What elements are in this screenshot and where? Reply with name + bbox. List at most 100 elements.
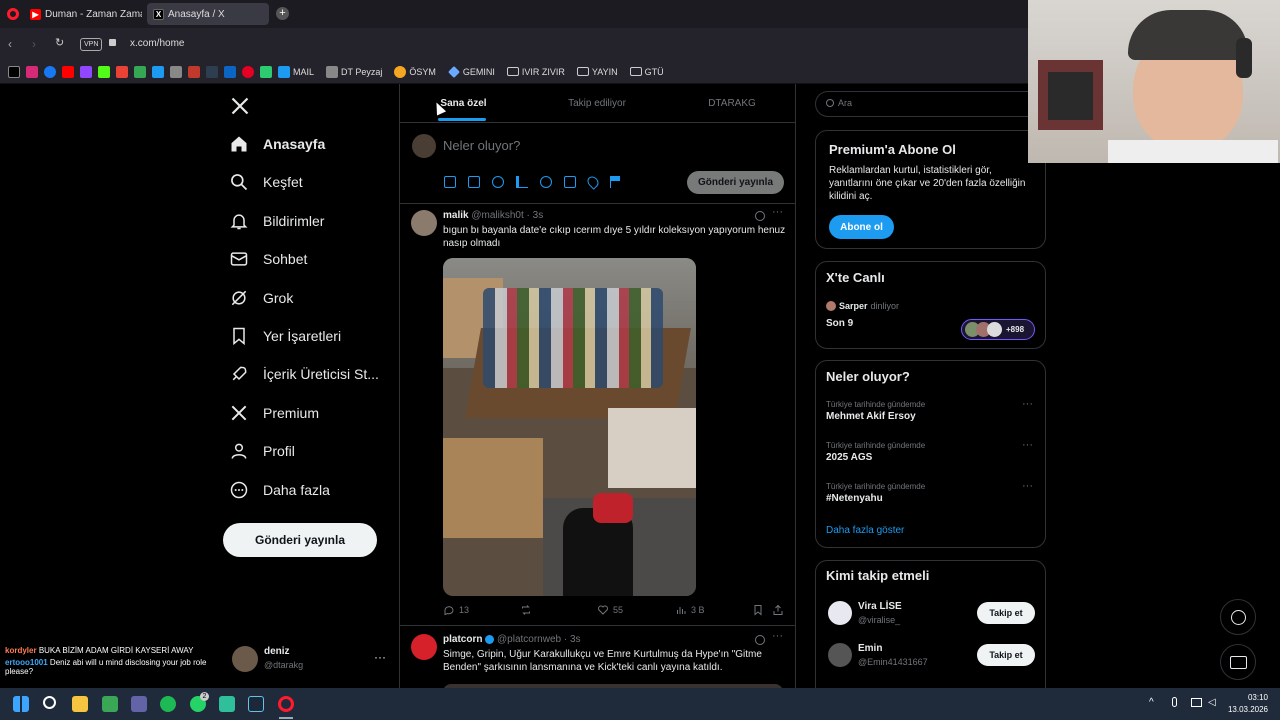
x-bookmark-icon[interactable] [8, 65, 20, 78]
search-icon[interactable] [43, 696, 56, 709]
bookmark-red-icon[interactable] [188, 65, 200, 78]
instagram-icon[interactable] [26, 65, 38, 78]
app-green-icon[interactable] [102, 696, 118, 712]
network-icon[interactable] [1191, 698, 1202, 707]
flag-icon[interactable] [610, 176, 620, 188]
tab-sana-ozel[interactable]: Sana özel [400, 84, 527, 122]
twitch-icon[interactable] [80, 65, 92, 78]
like-button[interactable]: 55 [597, 604, 623, 616]
tweet-author-name[interactable]: malik [443, 210, 469, 221]
nav-daha-fazla[interactable]: Daha fazla [229, 475, 330, 505]
account-switcher[interactable]: deniz @dtarakg ··· [232, 644, 392, 676]
tab-x-home[interactable]: X Anasayfa / X [147, 3, 269, 25]
nav-kesfet[interactable]: Keşfet [229, 167, 303, 197]
tray-chevron-icon[interactable]: ^ [1149, 697, 1154, 708]
emoji-icon[interactable] [540, 176, 552, 188]
trend-item[interactable]: Türkiye tarihinde gündemde #Netenyahu ··… [826, 480, 1036, 504]
steam-icon[interactable] [248, 696, 264, 712]
gif-icon[interactable] [468, 176, 480, 188]
composer-input[interactable]: Neler oluyor? [443, 138, 520, 153]
volume-icon[interactable]: ◁ [1208, 697, 1216, 708]
back-icon[interactable]: ‹ [8, 37, 12, 51]
youtube-bookmark-icon[interactable] [62, 65, 74, 78]
trend-item[interactable]: Türkiye tarihinde gündemde 2025 AGS ··· [826, 439, 1036, 463]
maps-icon[interactable] [134, 65, 146, 78]
live-host[interactable]: Sarper dinliyor [826, 301, 899, 311]
tab-dtarakg[interactable]: DTARAKG [667, 84, 795, 122]
bookmark-gtu[interactable]: GTÜ [629, 67, 664, 77]
bookmark-gemini[interactable]: GEMINI [447, 65, 495, 78]
nav-sohbet[interactable]: Sohbet [229, 244, 307, 274]
bookmark-mail[interactable]: MAIL [278, 65, 314, 78]
teams-icon[interactable] [131, 696, 147, 712]
location-icon[interactable] [585, 174, 601, 190]
grok-floating-button[interactable] [1220, 599, 1256, 635]
user-name[interactable]: Vira LİSE [858, 601, 902, 612]
nav-anasayfa[interactable]: Anasayfa [229, 129, 325, 159]
bookmark-button[interactable] [752, 604, 764, 616]
share-button[interactable] [772, 604, 784, 616]
search-box[interactable]: Ara [815, 91, 1046, 117]
views-button[interactable]: 3 B [675, 604, 705, 616]
more-icon[interactable]: ··· [1022, 439, 1033, 451]
nav-premium[interactable]: Premium [229, 398, 319, 428]
tweet[interactable]: platcorn @platcornweb · 3s ··· Simge, Gr… [400, 626, 795, 688]
live-space-name[interactable]: Son 9 [826, 318, 853, 329]
bookmark-ivir-zivir[interactable]: IVIR ZIVIR [506, 67, 565, 77]
new-tab-button[interactable]: + [276, 7, 289, 20]
schedule-icon[interactable] [564, 176, 576, 188]
follow-button[interactable]: Takip et [977, 644, 1035, 666]
image-icon[interactable] [444, 176, 456, 188]
tab-takip-ediliyor[interactable]: Takip ediliyor [527, 84, 667, 122]
nav-grok[interactable]: Grok [229, 283, 293, 313]
bookmark-osym[interactable]: ÖSYM [394, 65, 436, 78]
clock-date[interactable]: 13.03.2026 [1222, 705, 1268, 714]
follow-button[interactable]: Takip et [977, 602, 1035, 624]
vpn-badge[interactable]: VPN [80, 38, 103, 51]
show-more-link[interactable]: Daha fazla göster [826, 525, 904, 536]
bookmark-dt-peyzaj[interactable]: DT Peyzaj [326, 65, 382, 78]
tweet-author-name[interactable]: platcorn [443, 634, 482, 645]
link-icon[interactable] [170, 65, 182, 78]
bookmark-dark-icon[interactable] [206, 65, 218, 78]
gmail-icon[interactable] [116, 65, 128, 78]
post-button[interactable]: Gönderi yayınla [223, 523, 377, 557]
app-teal-icon[interactable] [219, 696, 235, 712]
tweet-image[interactable] [443, 258, 696, 596]
opera-taskbar-icon[interactable] [278, 696, 294, 712]
url-field[interactable]: x.com/home [130, 38, 184, 49]
windows-start-icon[interactable] [13, 696, 29, 712]
tweet[interactable]: malik @maliksh0t · 3s ··· bıgun bı bayan… [400, 204, 795, 624]
phone-icon[interactable] [260, 65, 272, 78]
clock-time[interactable]: 03:10 [1238, 693, 1268, 702]
bookmark-yayin[interactable]: YAYIN [576, 67, 618, 77]
spotify-icon[interactable] [160, 696, 176, 712]
live-listeners[interactable]: +898 [961, 319, 1035, 340]
subscribe-button[interactable]: Abone ol [829, 215, 894, 239]
pinterest-icon[interactable] [242, 65, 254, 78]
facebook-icon[interactable] [44, 65, 56, 78]
file-explorer-icon[interactable] [72, 696, 88, 712]
poll-icon[interactable] [516, 176, 528, 188]
tab-duman[interactable]: ▶ Duman - Zaman Zaman | [24, 3, 142, 25]
linkedin-icon[interactable] [224, 65, 236, 78]
reply-button[interactable]: 13 [443, 604, 469, 616]
microphone-icon[interactable] [1172, 697, 1177, 707]
forward-icon[interactable]: › [32, 37, 36, 51]
repost-button[interactable] [520, 604, 532, 616]
more-icon[interactable]: ··· [772, 206, 783, 218]
nav-icerik-ureticisi[interactable]: İçerik Üreticisi St... [229, 359, 379, 389]
nav-bildirimler[interactable]: Bildirimler [229, 206, 324, 236]
kick-icon[interactable] [98, 65, 110, 78]
messages-floating-button[interactable] [1220, 644, 1256, 680]
grok-compose-icon[interactable] [492, 176, 504, 188]
grok-icon[interactable] [755, 635, 765, 645]
nav-yer-isaretleri[interactable]: Yer İşaretleri [229, 321, 341, 351]
more-icon[interactable]: ··· [1022, 480, 1033, 492]
dollar-icon[interactable] [152, 65, 164, 78]
more-icon[interactable]: ··· [1022, 398, 1033, 410]
reload-icon[interactable]: ↻ [55, 36, 64, 49]
composer-post-button[interactable]: Gönderi yayınla [687, 171, 784, 194]
user-name[interactable]: Emin [858, 643, 882, 654]
grok-icon[interactable] [755, 211, 765, 221]
